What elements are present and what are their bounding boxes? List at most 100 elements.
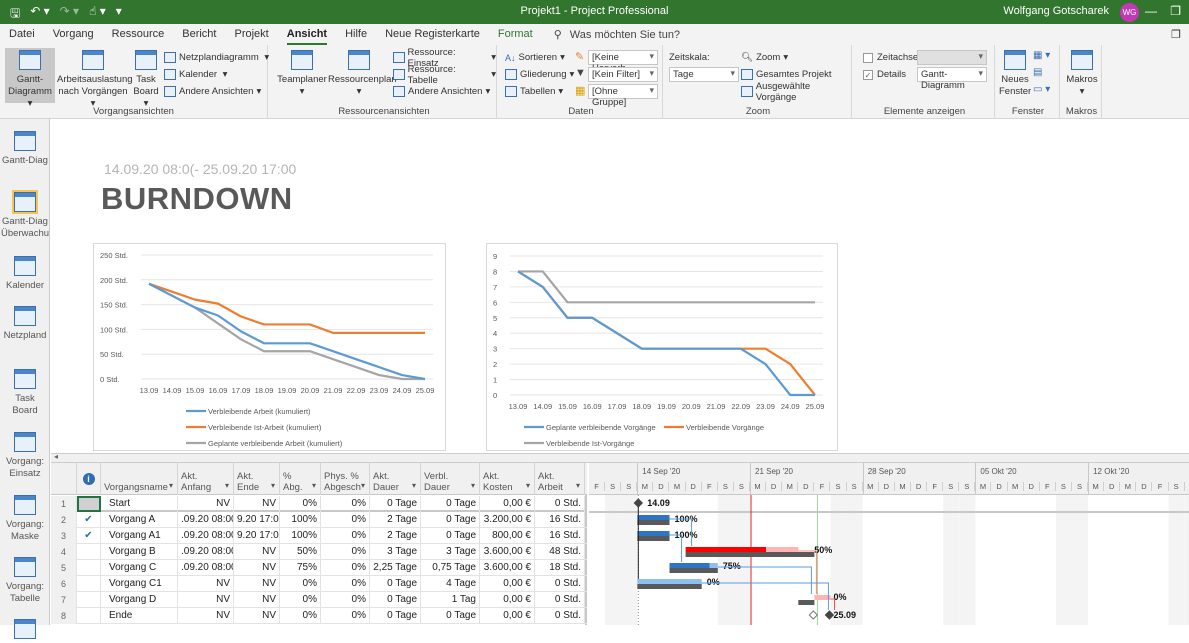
cell-name[interactable]: Vorgang B: [101, 544, 178, 560]
viewbar-vorgang-tabelle[interactable]: Vorgang: Tabelle: [0, 557, 50, 605]
baseline-bar[interactable]: [637, 584, 702, 589]
cell-pct[interactable]: 75%: [280, 560, 321, 576]
cell-start[interactable]: .09.20 08:00: [178, 560, 234, 576]
task-bar-progress[interactable]: [637, 515, 670, 520]
cell-cost[interactable]: 800,00 €: [480, 528, 535, 544]
task-bar[interactable]: [637, 579, 702, 584]
netzplandiagramm-button[interactable]: Netzplandiagramm ▾: [164, 50, 269, 65]
row-number[interactable]: 5: [51, 560, 77, 576]
row-number[interactable]: 4: [51, 544, 77, 560]
baseline-bar[interactable]: [637, 520, 670, 525]
cell-rem[interactable]: 0 Tage: [421, 512, 480, 528]
col-vorgangsname[interactable]: Vorgangsname ▾: [101, 463, 178, 495]
cell-dur[interactable]: 0 Tage: [370, 496, 421, 512]
andere-ressourcenansichten-button[interactable]: Andere Ansichten ▾: [393, 84, 490, 99]
checkmark-icon[interactable]: ✔: [77, 512, 101, 528]
cell-name[interactable]: Vorgang A1: [101, 528, 178, 544]
cell-start[interactable]: .09.20 08:00: [178, 512, 234, 528]
cell-end[interactable]: NV: [234, 560, 280, 576]
col-akt-kosten[interactable]: Akt. Kosten ▾: [480, 463, 535, 495]
sortieren-button[interactable]: A↓ Sortieren ▾: [505, 50, 565, 65]
table-row[interactable]: 5 Vorgang C .09.20 08:00 NV 75% 0% 2,25 Tage 0,…: [51, 560, 587, 576]
cell-dur[interactable]: 0 Tage: [370, 576, 421, 592]
kalender-button[interactable]: Kalender ▾: [164, 67, 227, 82]
viewbar-kalender[interactable]: Kalender: [0, 256, 50, 292]
table-row[interactable]: 4 Vorgang B .09.20 08:00 NV 50% 0% 3 Tage 3 Tag…: [51, 544, 587, 560]
col-pct-abg[interactable]: % Abg. ▾: [280, 463, 321, 495]
cell-phys[interactable]: 0%: [321, 608, 370, 624]
gliederung-button[interactable]: Gliederung ▾: [505, 67, 574, 82]
cell-cost[interactable]: 0,00 €: [480, 496, 535, 512]
indicator-cell[interactable]: [77, 576, 101, 592]
row-number[interactable]: 3: [51, 528, 77, 544]
tab-ansicht[interactable]: Ansicht: [278, 24, 336, 45]
minimize-icon[interactable]: —: [1145, 4, 1157, 18]
neues-fenster-button[interactable]: Neues Fenster: [999, 48, 1031, 98]
col-rownum[interactable]: [51, 463, 77, 495]
cell-work[interactable]: 0 Std.: [535, 592, 585, 608]
tab-vorgang[interactable]: Vorgang: [44, 24, 103, 45]
cell-start[interactable]: NV: [178, 496, 234, 512]
teamplaner-button[interactable]: Teamplaner ▾: [276, 48, 328, 98]
cell-name[interactable]: Vorgang C: [101, 560, 178, 576]
task-bar-critical[interactable]: [766, 547, 799, 552]
arrange-windows-icon[interactable]: ▦ ▾: [1033, 50, 1050, 61]
makros-button[interactable]: Makros ▾: [1064, 48, 1100, 98]
horizontal-scrollbar[interactable]: ◂: [51, 452, 1189, 463]
task-bar-critical-progress[interactable]: [685, 547, 767, 552]
row-number[interactable]: 2: [51, 512, 77, 528]
cell-phys[interactable]: 0%: [321, 496, 370, 512]
hervorhebung-dropdown[interactable]: [Keine Hervorh: [588, 50, 658, 74]
baseline-bar[interactable]: [669, 568, 718, 573]
tab-hilfe[interactable]: Hilfe: [336, 24, 376, 45]
viewbar-gantt-ueberwachung[interactable]: Gantt-Diag Überwachu: [0, 190, 50, 240]
cell-dur[interactable]: 0 Tage: [370, 608, 421, 624]
tab-datei[interactable]: Datei: [0, 24, 44, 45]
zeitachse-checkbox[interactable]: Zeitachse: [863, 52, 918, 63]
tab-neue-registerkarte[interactable]: Neue Registerkarte: [376, 24, 489, 45]
filter-dropdown[interactable]: [Kein Filter]: [588, 67, 658, 82]
viewbar-netzplan[interactable]: Netzpland: [0, 306, 50, 342]
ressourcenplan-button[interactable]: Ressourcenplan ▾: [328, 48, 397, 98]
indicator-cell[interactable]: [77, 496, 101, 512]
task-bar[interactable]: [709, 563, 718, 568]
restore-icon[interactable]: ❐: [1170, 4, 1181, 18]
indicator-cell[interactable]: [77, 608, 101, 624]
cell-work[interactable]: 0 Std.: [535, 496, 585, 512]
cell-dur[interactable]: 0 Tage: [370, 592, 421, 608]
table-row[interactable]: 7 Vorgang D NV NV 0% 0% 0 Tage 1 Tag 0,00 €0 Std…: [51, 592, 587, 608]
baseline-bar[interactable]: [798, 600, 815, 605]
andere-ansichten-button[interactable]: Andere Ansichten ▾: [164, 84, 261, 99]
cell-work[interactable]: 18 Std.: [535, 560, 585, 576]
cell-work[interactable]: 48 Std.: [535, 544, 585, 560]
cell-phys[interactable]: 0%: [321, 528, 370, 544]
zeitskala-dropdown[interactable]: Tage: [669, 67, 739, 82]
cell-dur[interactable]: 2 Tage: [370, 528, 421, 544]
tab-bericht[interactable]: Bericht: [173, 24, 225, 45]
ribbon-display-options-icon[interactable]: ❐: [1171, 28, 1181, 41]
cell-phys[interactable]: 0%: [321, 576, 370, 592]
cell-cost[interactable]: 0,00 €: [480, 576, 535, 592]
work-burndown-chart[interactable]: 0 Std. 50 Std. 100 Std. 150 Std. 200 Std. 250…: [93, 243, 446, 451]
cell-dur[interactable]: 2,25 Tage: [370, 560, 421, 576]
details-checkbox[interactable]: ✓ Details: [863, 69, 906, 80]
cell-end[interactable]: 9.20 17:00: [234, 528, 280, 544]
cell-name[interactable]: Vorgang A: [101, 512, 178, 528]
indicator-cell[interactable]: [77, 544, 101, 560]
viewbar-more[interactable]: [0, 619, 50, 643]
cell-phys[interactable]: 0%: [321, 544, 370, 560]
table-row[interactable]: 6 Vorgang C1 NV NV 0% 0% 0 Tage 4 Tage 0,00 €0 S…: [51, 576, 587, 592]
task-board-button[interactable]: Task Board ▾: [131, 48, 161, 110]
table-row[interactable]: 1 Start NV NV 0% 0% 0 Tage 0 Tage 0,00 €0 Std.: [51, 496, 587, 512]
viewbar-vorgang-einsatz[interactable]: Vorgang: Einsatz: [0, 432, 50, 480]
zeitachse-dropdown[interactable]: [917, 50, 987, 65]
col-akt-ende[interactable]: Akt. Ende ▾: [234, 463, 280, 495]
cell-start[interactable]: NV: [178, 592, 234, 608]
baseline-milestone[interactable]: [808, 610, 819, 620]
arbeitsauslastung-button[interactable]: Arbeitsauslastung nach Vorgängen ▾: [57, 48, 133, 110]
indicator-cell[interactable]: [77, 560, 101, 576]
cell-rem[interactable]: 4 Tage: [421, 576, 480, 592]
tabellen-button[interactable]: Tabellen ▾: [505, 84, 563, 99]
cell-cost[interactable]: 3.200,00 €: [480, 512, 535, 528]
indicator-cell[interactable]: [77, 592, 101, 608]
